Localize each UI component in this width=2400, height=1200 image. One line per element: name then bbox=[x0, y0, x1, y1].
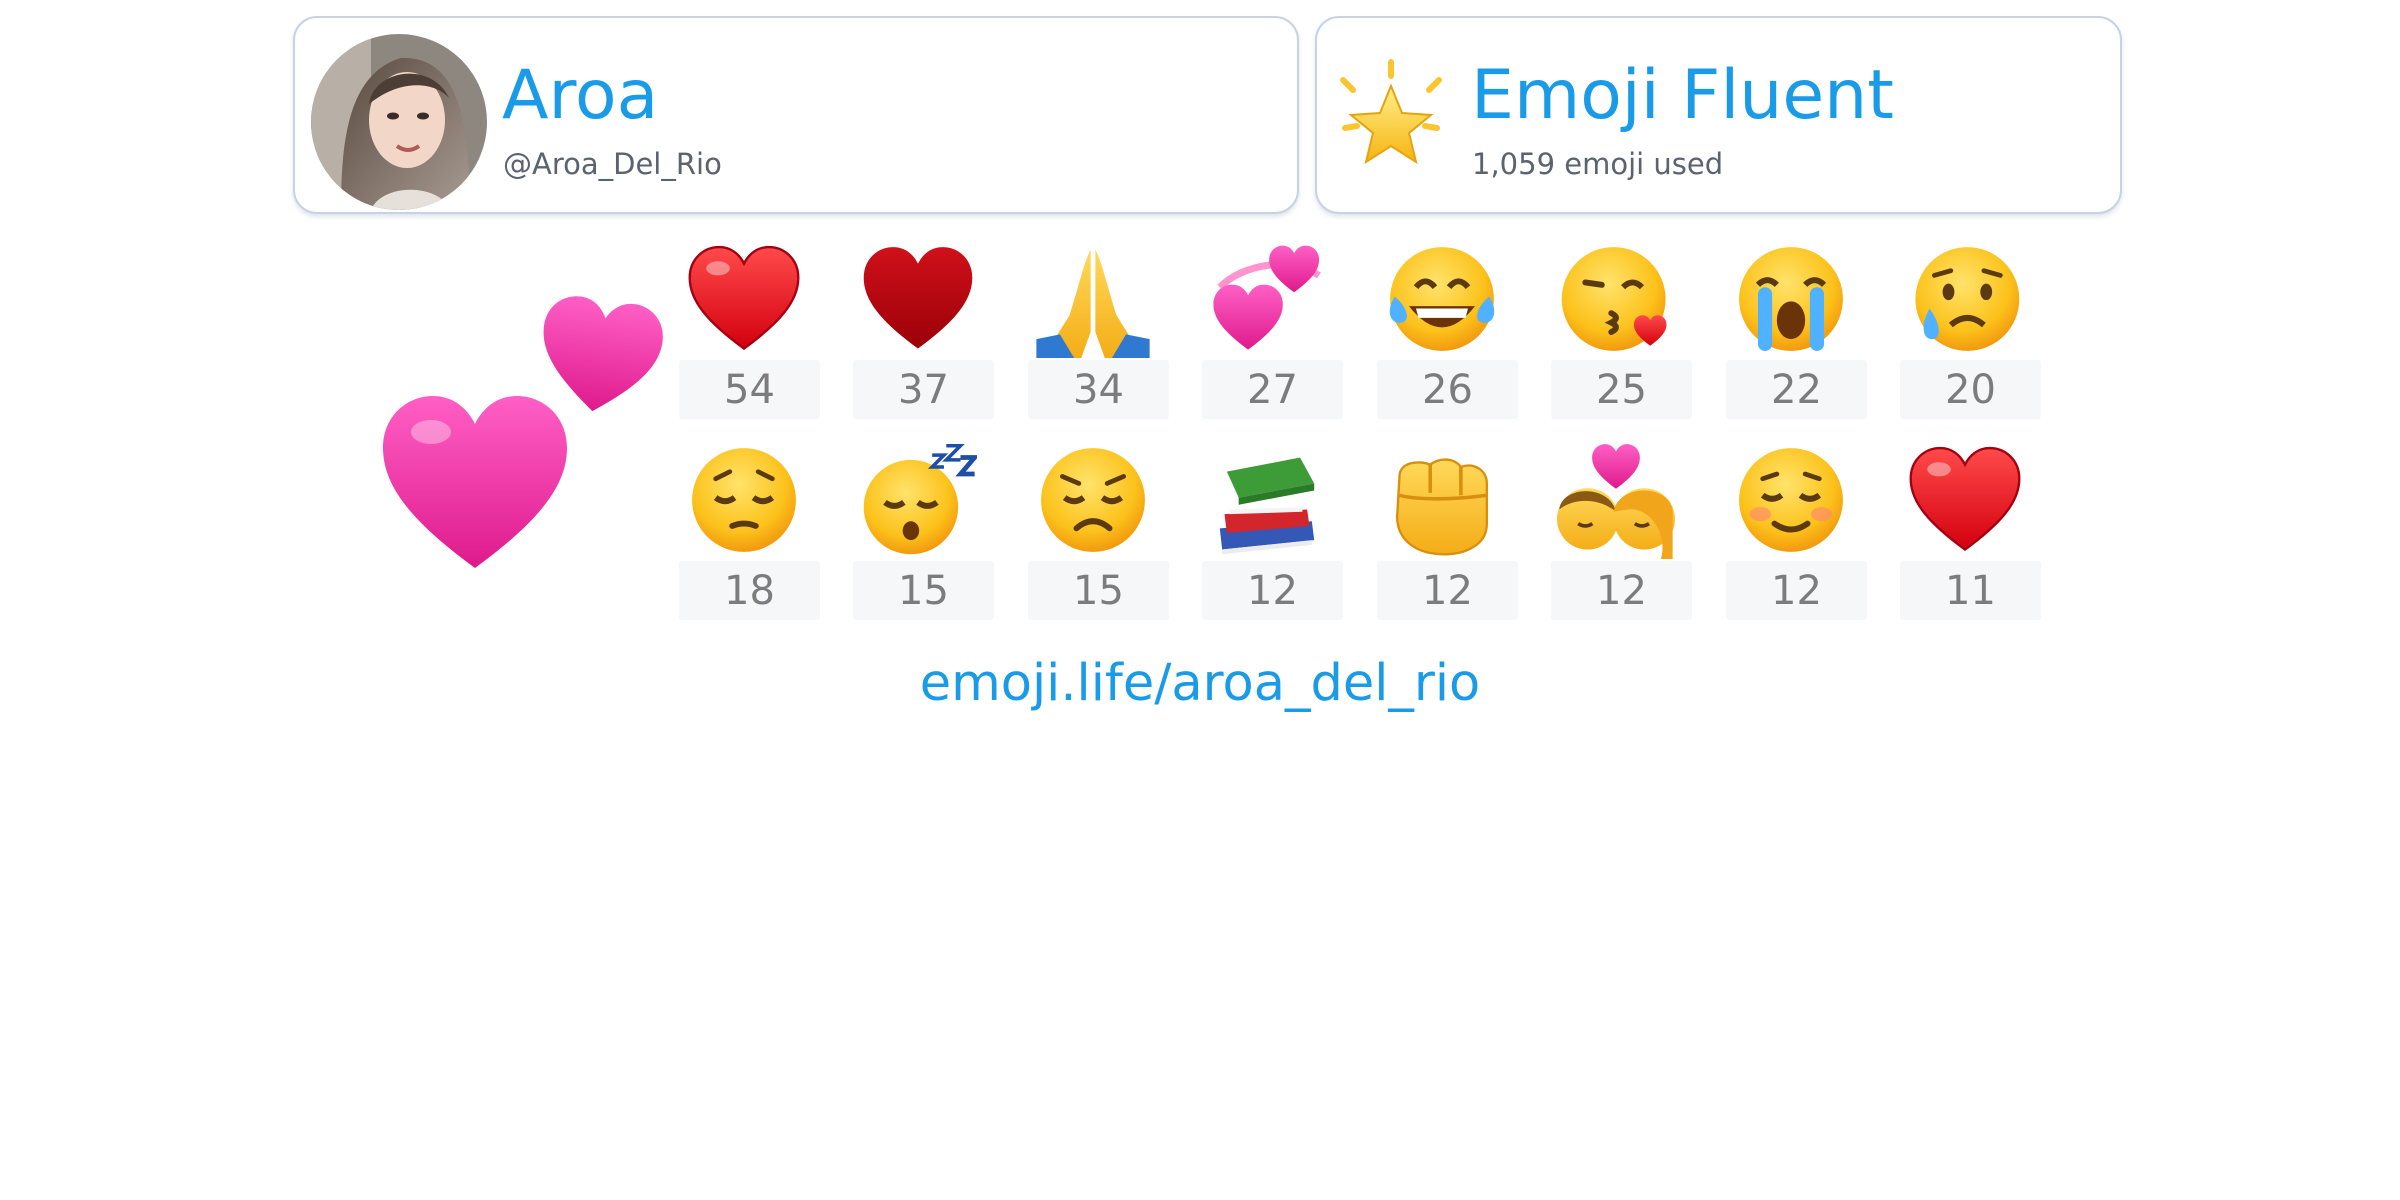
dark-red-heart-icon bbox=[855, 236, 980, 361]
books-icon bbox=[1204, 437, 1329, 562]
tears-of-joy-face-icon bbox=[1379, 236, 1504, 361]
emoji-cell[interactable]: 15 bbox=[853, 437, 994, 621]
profile-link[interactable]: emoji.life/aroa_del_rio bbox=[0, 654, 2400, 713]
emoji-count: 18 bbox=[679, 561, 820, 620]
emoji-cell[interactable]: 37 bbox=[853, 236, 994, 420]
profile-card: Aroa @Aroa_Del_Rio bbox=[293, 16, 1299, 214]
emoji-cell[interactable]: 34 bbox=[1028, 236, 1169, 420]
emoji-count: 15 bbox=[1028, 561, 1169, 620]
emoji-cell[interactable]: 27 bbox=[1202, 236, 1343, 420]
two-hearts-icon bbox=[375, 292, 668, 582]
emoji-cell[interactable]: 15 bbox=[1028, 437, 1169, 621]
folded-hands-icon bbox=[1030, 236, 1155, 361]
red-heart-icon bbox=[1902, 437, 2027, 562]
emoji-cell[interactable]: 25 bbox=[1551, 236, 1692, 420]
emoji-count: 37 bbox=[853, 360, 994, 419]
kiss-couple-icon bbox=[1553, 437, 1678, 562]
revolving-hearts-icon bbox=[1204, 236, 1329, 361]
face-blowing-kiss-icon bbox=[1553, 236, 1678, 361]
sleeping-face-icon bbox=[855, 437, 980, 562]
emoji-count: 22 bbox=[1726, 360, 1867, 419]
emoji-cell[interactable]: 54 bbox=[679, 236, 820, 420]
disappointed-face-icon bbox=[1030, 437, 1155, 562]
emoji-count: 15 bbox=[853, 561, 994, 620]
emoji-cell[interactable]: 12 bbox=[1726, 437, 1867, 621]
emoji-count: 12 bbox=[1377, 561, 1518, 620]
emoji-count: 12 bbox=[1202, 561, 1343, 620]
emoji-count: 11 bbox=[1900, 561, 2041, 620]
emoji-cell[interactable]: 18 bbox=[679, 437, 820, 621]
oncoming-fist-icon bbox=[1379, 437, 1504, 562]
profile-name: Aroa bbox=[502, 56, 659, 135]
emoji-count: 34 bbox=[1028, 360, 1169, 419]
top-emoji-grid: 54 37 34 27 26 25 22 20 18 15 15 12 12 1… bbox=[679, 236, 2041, 622]
emoji-cell[interactable]: 11 bbox=[1900, 437, 2041, 621]
emoji-count: 54 bbox=[679, 360, 820, 419]
smiling-face-icon bbox=[1728, 437, 1853, 562]
emoji-cell[interactable]: 12 bbox=[1377, 437, 1518, 621]
emoji-cell[interactable]: 12 bbox=[1551, 437, 1692, 621]
avatar[interactable] bbox=[311, 34, 487, 210]
emoji-count: 27 bbox=[1202, 360, 1343, 419]
badge-title: Emoji Fluent bbox=[1471, 56, 1894, 135]
badge-card: Emoji Fluent 1,059 emoji used bbox=[1315, 16, 2122, 214]
glowing-star-icon bbox=[1335, 58, 1447, 178]
emoji-count: 12 bbox=[1726, 561, 1867, 620]
emoji-count: 12 bbox=[1551, 561, 1692, 620]
emoji-cell[interactable]: 22 bbox=[1726, 236, 1867, 420]
emoji-count: 25 bbox=[1551, 360, 1692, 419]
crying-face-icon bbox=[1902, 236, 2027, 361]
emoji-count: 20 bbox=[1900, 360, 2041, 419]
loudly-crying-face-icon bbox=[1728, 236, 1853, 361]
emoji-cell[interactable]: 26 bbox=[1377, 236, 1518, 420]
badge-subtitle: 1,059 emoji used bbox=[1472, 147, 1724, 181]
red-heart-icon bbox=[681, 236, 806, 361]
emoji-count: 26 bbox=[1377, 360, 1518, 419]
pensive-face-icon bbox=[681, 437, 806, 562]
profile-handle[interactable]: @Aroa_Del_Rio bbox=[503, 150, 722, 179]
emoji-cell[interactable]: 12 bbox=[1202, 437, 1343, 621]
emoji-cell[interactable]: 20 bbox=[1900, 236, 2041, 420]
